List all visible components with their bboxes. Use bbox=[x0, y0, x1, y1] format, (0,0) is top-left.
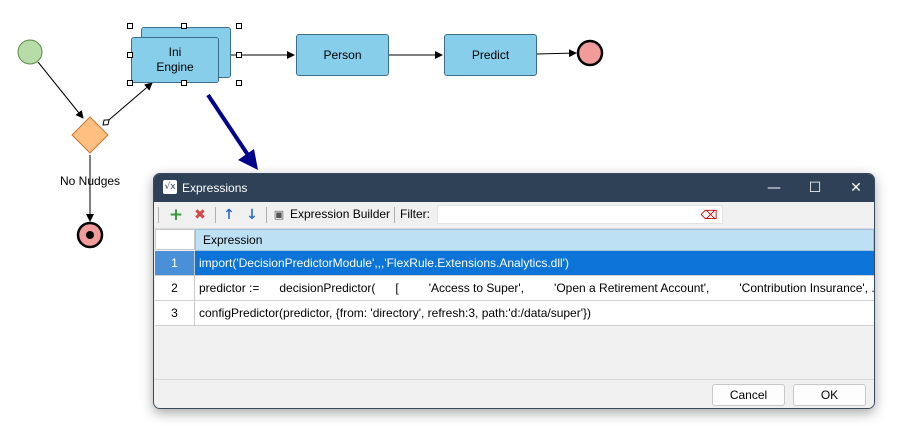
dialog-titlebar[interactable]: √x Expressions — ☐ ✕ bbox=[154, 174, 874, 202]
edge-predict-end bbox=[536, 49, 577, 58]
filter-label: Filter: bbox=[400, 207, 430, 221]
expression-cell[interactable]: configPredictor(predictor, {from: 'direc… bbox=[195, 301, 874, 326]
minimize-button[interactable]: — bbox=[754, 174, 794, 202]
row-number[interactable]: 2 bbox=[155, 276, 195, 301]
table-row[interactable]: 2 predictor := decisionPredictor( [ 'Acc… bbox=[155, 276, 874, 301]
dialog-toolbar: + ✖ ↑ ↓ ▣ Expression Builder Filter: ⌫ bbox=[154, 202, 874, 229]
selection-handle[interactable] bbox=[236, 23, 242, 29]
ok-button[interactable]: OK bbox=[793, 384, 866, 406]
init-engine-label-1: Ini bbox=[168, 45, 182, 59]
toolbar-separator bbox=[215, 207, 216, 223]
selection-handle[interactable] bbox=[181, 80, 187, 86]
close-button[interactable]: ✕ bbox=[836, 174, 874, 202]
dialog-title: Expressions bbox=[182, 181, 248, 195]
edge-gateway-init bbox=[102, 82, 153, 126]
end-event-bottom-dot bbox=[86, 231, 94, 239]
init-engine-label-2: Engine bbox=[156, 60, 194, 74]
grid-corner[interactable] bbox=[155, 229, 195, 250]
edge-start-gateway bbox=[37, 61, 84, 119]
selection-handle[interactable] bbox=[236, 80, 242, 86]
row-number[interactable]: 1 bbox=[155, 251, 195, 276]
selection-handle[interactable] bbox=[127, 23, 133, 29]
toolbar-separator bbox=[266, 207, 267, 223]
move-up-icon[interactable]: ↑ bbox=[219, 206, 239, 224]
end-event-right[interactable] bbox=[576, 39, 604, 67]
predict-label: Predict bbox=[471, 47, 510, 62]
toolbar-separator bbox=[394, 207, 395, 223]
selection-handle[interactable] bbox=[127, 80, 133, 86]
toolbar-grip bbox=[158, 207, 159, 223]
gateway-label: No Nudges bbox=[60, 174, 121, 188]
gateway-diamond[interactable] bbox=[71, 116, 109, 154]
expressions-grid: Expression 1 import('DecisionPredictorMo… bbox=[155, 229, 874, 379]
selection-handle[interactable] bbox=[181, 23, 187, 29]
expression-cell[interactable]: predictor := decisionPredictor( [ 'Acces… bbox=[195, 276, 874, 301]
selection-handle[interactable] bbox=[127, 52, 133, 58]
expression-builder-button[interactable]: Expression Builder bbox=[290, 207, 390, 221]
row-number[interactable]: 3 bbox=[155, 301, 195, 326]
start-event[interactable] bbox=[17, 39, 43, 65]
cancel-button[interactable]: Cancel bbox=[712, 384, 785, 406]
move-down-icon[interactable]: ↓ bbox=[242, 206, 262, 224]
expression-builder-icon[interactable]: ▣ bbox=[271, 206, 287, 224]
table-row[interactable]: 1 import('DecisionPredictorModule',,,'Fl… bbox=[155, 251, 874, 276]
person-label: Person bbox=[323, 47, 362, 62]
clear-filter-icon[interactable]: ⌫ bbox=[699, 206, 719, 224]
maximize-button[interactable]: ☐ bbox=[795, 174, 835, 202]
dialog-button-bar: Cancel OK bbox=[154, 379, 874, 408]
expression-cell[interactable]: import('DecisionPredictorModule',,,'Flex… bbox=[195, 251, 874, 276]
add-icon[interactable]: + bbox=[166, 206, 186, 224]
table-row[interactable]: 3 configPredictor(predictor, {from: 'dir… bbox=[155, 301, 874, 326]
selection-handle[interactable] bbox=[236, 52, 242, 58]
expression-app-icon: √x bbox=[163, 180, 177, 194]
remove-icon[interactable]: ✖ bbox=[190, 206, 210, 224]
grid-header: Expression bbox=[155, 229, 874, 251]
person-node[interactable]: Person bbox=[296, 34, 389, 76]
init-engine-node[interactable]: Ini Engine bbox=[131, 37, 219, 83]
predict-node[interactable]: Predict bbox=[444, 34, 537, 76]
pointer-arrow bbox=[206, 93, 252, 160]
filter-input[interactable] bbox=[437, 205, 723, 224]
expressions-dialog: √x Expressions — ☐ ✕ + ✖ ↑ ↓ ▣ Expressio… bbox=[153, 173, 875, 409]
expression-column-header[interactable]: Expression bbox=[195, 229, 874, 251]
